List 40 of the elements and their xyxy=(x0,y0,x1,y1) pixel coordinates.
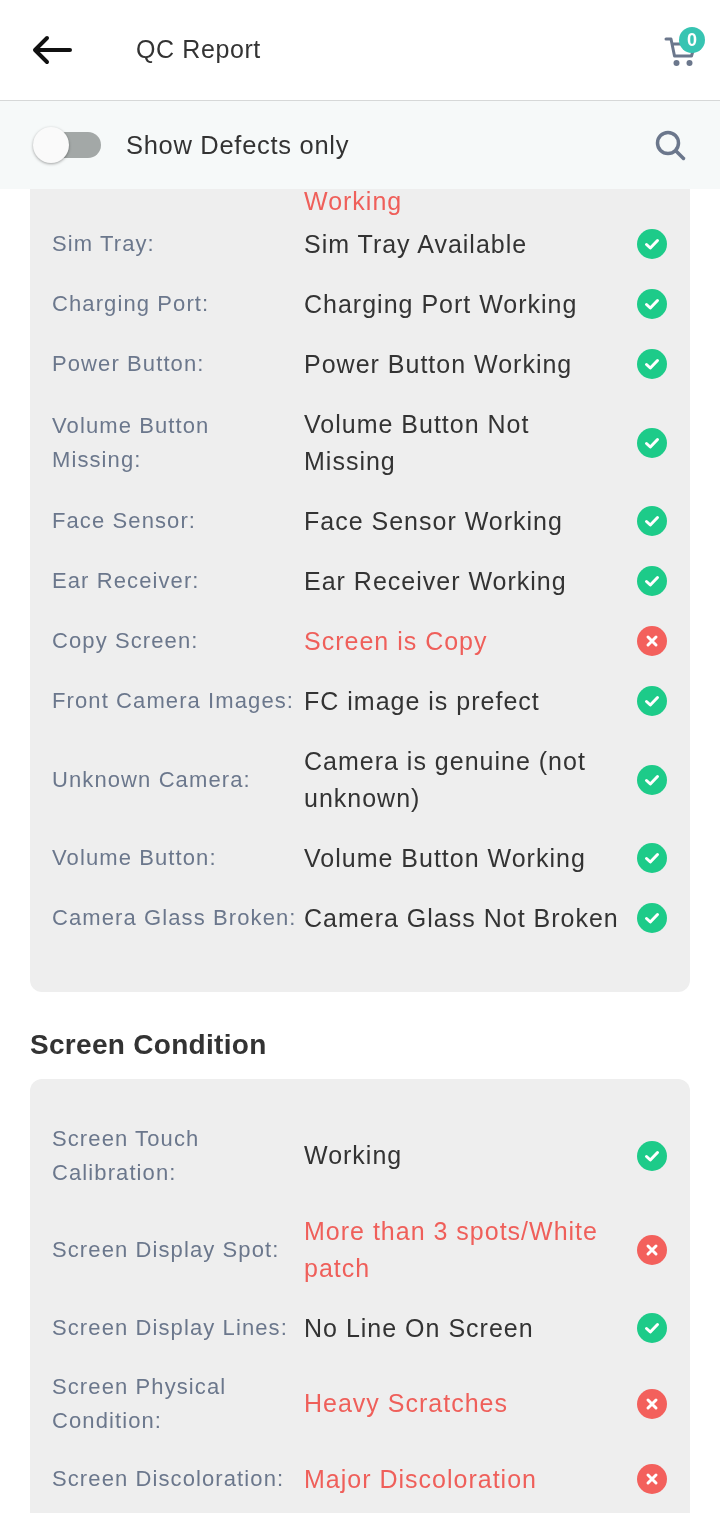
check-result: Working xyxy=(304,189,404,215)
check-result: Working xyxy=(304,1140,404,1172)
check-result: No Line On Screen xyxy=(304,1312,535,1344)
check-result: Sim Tray Available xyxy=(304,228,529,260)
check-result: Camera Glass Not Broken xyxy=(304,902,620,934)
check-label: Screen Display Lines: xyxy=(52,1314,289,1343)
check-label: Volume Button: xyxy=(52,844,218,873)
check-result: Power Button Working xyxy=(304,348,574,380)
check-result: Camera is genuine (not unknown) xyxy=(304,745,587,814)
check-result: Screen is Copy xyxy=(304,625,489,657)
check-result: More than 3 spots/White patch xyxy=(304,1215,599,1284)
check-label: Copy Screen: xyxy=(52,627,200,656)
check-label: Screen Discoloration: xyxy=(52,1465,286,1494)
check-label: Face Sensor: xyxy=(52,507,198,536)
check-result: Volume Button Not Missing xyxy=(304,408,531,477)
search-icon[interactable] xyxy=(655,129,686,161)
check-label: Ear Receiver: xyxy=(52,567,201,596)
check-label: Screen Physical Condition: xyxy=(52,1372,228,1435)
check-label: Screen Display Spot: xyxy=(52,1235,281,1264)
page-title: QC Report xyxy=(136,35,261,65)
check-label: Screen Touch Calibration: xyxy=(52,1124,201,1187)
check-label: Volume Button Missing: xyxy=(52,411,211,474)
back-arrow-icon[interactable] xyxy=(32,34,72,65)
toggle-switch[interactable] xyxy=(33,127,101,164)
check-result: Heavy Scratches xyxy=(304,1388,509,1420)
cart-count-badge: 0 xyxy=(679,26,705,53)
check-label: Sim Tray: xyxy=(52,230,156,259)
check-result: Major Discoloration xyxy=(304,1463,538,1495)
check-result: Ear Receiver Working xyxy=(304,565,568,597)
check-result: Face Sensor Working xyxy=(304,505,564,537)
check-label: Camera Glass Broken: xyxy=(52,904,298,933)
check-label: Charging Port: xyxy=(52,290,211,319)
check-result: FC image is prefect xyxy=(304,685,541,717)
check-label: Power Button: xyxy=(52,350,206,379)
check-label: Front Camera Images: xyxy=(52,687,296,716)
check-label: Unknown Camera: xyxy=(52,765,252,794)
section-heading: Screen Condition xyxy=(30,1028,268,1063)
check-result: Charging Port Working xyxy=(304,288,579,320)
toggle-label: Show Defects only xyxy=(126,130,350,160)
check-result: Volume Button Working xyxy=(304,842,587,874)
